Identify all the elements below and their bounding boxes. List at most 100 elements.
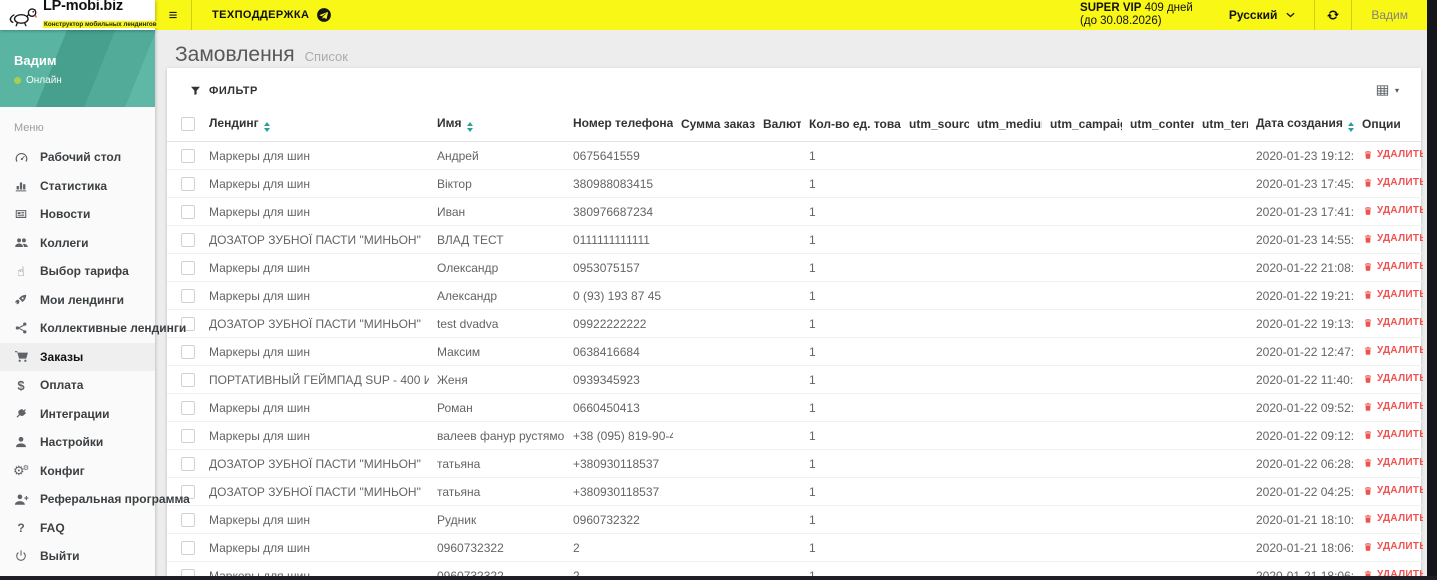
delete-button[interactable]: УДАЛИТЬ [1362, 540, 1423, 554]
sidebar-item-referral[interactable]: Реферальная программа [0, 485, 190, 514]
cell-landing: Маркеры для шин [201, 533, 429, 562]
row-checkbox[interactable] [181, 176, 195, 191]
delete-button[interactable]: УДАЛИТЬ [1362, 204, 1423, 218]
sort-icon[interactable] [466, 122, 473, 132]
row-checkbox[interactable] [181, 148, 195, 163]
sidebar-item-my-landings[interactable]: Мои лендинги [0, 286, 155, 315]
sidebar-item-news[interactable]: Новости [0, 200, 155, 229]
cell-qty: 1 [801, 365, 901, 394]
column-header-created[interactable]: Дата создания [1248, 109, 1354, 142]
sidebar-item-label: Реферальная программа [40, 492, 190, 507]
select-all-checkbox[interactable] [181, 117, 195, 132]
delete-button[interactable]: УДАЛИТЬ [1362, 288, 1423, 302]
row-checkbox[interactable] [181, 372, 195, 387]
support-button[interactable]: ТЕХПОДДЕРЖКА [192, 7, 352, 23]
row-checkbox[interactable] [181, 400, 195, 415]
telegram-icon [316, 7, 332, 23]
sidebar-item-orders[interactable]: Заказы [0, 342, 155, 371]
cell-name: Віктор [429, 169, 565, 198]
row-checkbox[interactable] [181, 204, 195, 219]
caret-down-icon: ▾ [1394, 85, 1399, 95]
column-label: Сумма заказа [681, 117, 755, 131]
cell-landing: Маркеры для шин [201, 393, 429, 422]
delete-button[interactable]: УДАЛИТЬ [1362, 176, 1423, 190]
sidebar-item-colleagues[interactable]: Коллеги [0, 229, 155, 258]
plan-info: SUPER VIP 409 дней (до 30.08.2026) [1080, 2, 1193, 28]
delete-button[interactable]: УДАЛИТЬ [1362, 232, 1423, 246]
trash-icon [1362, 402, 1373, 412]
column-header-utm-campaign: utm_campaign [1042, 109, 1122, 142]
column-header-name[interactable]: Имя [429, 109, 565, 142]
sidebar-item-dashboard[interactable]: Рабочий стол [0, 143, 155, 172]
delete-label: УДАЛИТЬ [1377, 513, 1423, 524]
row-checkbox[interactable] [181, 512, 195, 527]
sidebar-item-logout[interactable]: Выйти [0, 542, 155, 571]
vertical-scrollbar[interactable] [1427, 0, 1437, 580]
delete-label: УДАЛИТЬ [1377, 429, 1423, 440]
cell-landing: Маркеры для шин [201, 141, 429, 170]
row-checkbox[interactable] [181, 428, 195, 443]
cell-created: 2020-01-23 17:41:43 [1248, 197, 1354, 226]
sidebar-item-statistics[interactable]: Статистика [0, 172, 155, 201]
cell-currency [755, 309, 801, 338]
sidebar-item-tariff[interactable]: ☝ Выбор тарифа [0, 257, 155, 286]
delete-button[interactable]: УДАЛИТЬ [1362, 344, 1423, 358]
delete-button[interactable]: УДАЛИТЬ [1362, 456, 1423, 470]
column-header-landing[interactable]: Лендинг [201, 109, 429, 142]
delete-label: УДАЛИТЬ [1377, 401, 1423, 412]
row-checkbox[interactable] [181, 260, 195, 275]
language-selector[interactable]: Русский [1213, 8, 1315, 22]
delete-button[interactable]: УДАЛИТЬ [1362, 400, 1423, 414]
column-settings-button[interactable]: ▾ [1375, 83, 1401, 98]
delete-button[interactable]: УДАЛИТЬ [1362, 512, 1423, 526]
refresh-button[interactable] [1315, 8, 1351, 22]
logo[interactable]: LP-mobi.biz Конструктор мобильных лендин… [0, 0, 158, 30]
cell-phone: 0953075157 [565, 253, 673, 282]
sort-icon[interactable] [1347, 122, 1354, 132]
row-checkbox[interactable] [181, 456, 195, 471]
cell-utm-term [1194, 197, 1248, 226]
cell-options: УДАЛИТЬ [1354, 141, 1423, 170]
filter-button[interactable]: ФИЛЬТР [187, 85, 258, 97]
cell-phone: 380976687234 [565, 197, 673, 226]
sidebar-item-payment[interactable]: $ Оплата [0, 371, 155, 400]
trash-icon [1362, 150, 1373, 160]
cell-currency [755, 225, 801, 254]
cell-phone: 0660450413 [565, 393, 673, 422]
row-checkbox[interactable] [181, 232, 195, 247]
delete-label: УДАЛИТЬ [1377, 261, 1423, 272]
users-icon [13, 235, 29, 250]
cell-name: ВЛАД ТЕСТ [429, 225, 565, 254]
sidebar-item-config[interactable]: ⚙⚙ Конфиг [0, 457, 155, 486]
trash-icon [1362, 206, 1373, 216]
delete-button[interactable]: УДАЛИТЬ [1362, 148, 1423, 162]
table-row: ДОЗАТОР ЗУБНОЇ ПАСТИ "МИНЬОН" ВЛАД ТЕСТ 01… [167, 225, 1423, 254]
user-plus-icon [13, 492, 29, 507]
user-menu[interactable]: Вадим [1352, 8, 1427, 22]
sidebar-item-integrations[interactable]: Интеграции [0, 400, 155, 429]
row-checkbox[interactable] [181, 288, 195, 303]
row-checkbox[interactable] [181, 540, 195, 555]
delete-button[interactable]: УДАЛИТЬ [1362, 428, 1423, 442]
table-row: ДОЗАТОР ЗУБНОЇ ПАСТИ "МИНЬОН" татьяна +380… [167, 477, 1423, 506]
delete-button[interactable]: УДАЛИТЬ [1362, 372, 1423, 386]
cell-landing: ДОЗАТОР ЗУБНОЇ ПАСТИ "МИНЬОН" [201, 309, 429, 338]
delete-button[interactable]: УДАЛИТЬ [1362, 484, 1423, 498]
language-label: Русский [1228, 8, 1278, 22]
column-label: Опции [1362, 117, 1401, 131]
column-label: utm_medium [977, 117, 1042, 131]
menu-toggle-button[interactable]: ≡ [155, 7, 191, 24]
cell-order-sum [673, 393, 755, 422]
delete-label: УДАЛИТЬ [1377, 457, 1423, 468]
column-header-phone[interactable]: Номер телефона [565, 109, 673, 142]
sort-icon[interactable] [263, 122, 270, 132]
sidebar-item-faq[interactable]: ? FAQ [0, 514, 155, 543]
horizontal-scrollbar[interactable] [0, 576, 1437, 580]
delete-button[interactable]: УДАЛИТЬ [1362, 260, 1423, 274]
filter-icon [187, 85, 203, 96]
cell-created: 2020-01-22 21:08:31 [1248, 253, 1354, 282]
delete-button[interactable]: УДАЛИТЬ [1362, 316, 1423, 330]
sidebar-item-settings[interactable]: Настройки [0, 428, 155, 457]
sidebar-item-collective-landings[interactable]: Коллективные лендинги [0, 314, 186, 343]
row-checkbox[interactable] [181, 344, 195, 359]
